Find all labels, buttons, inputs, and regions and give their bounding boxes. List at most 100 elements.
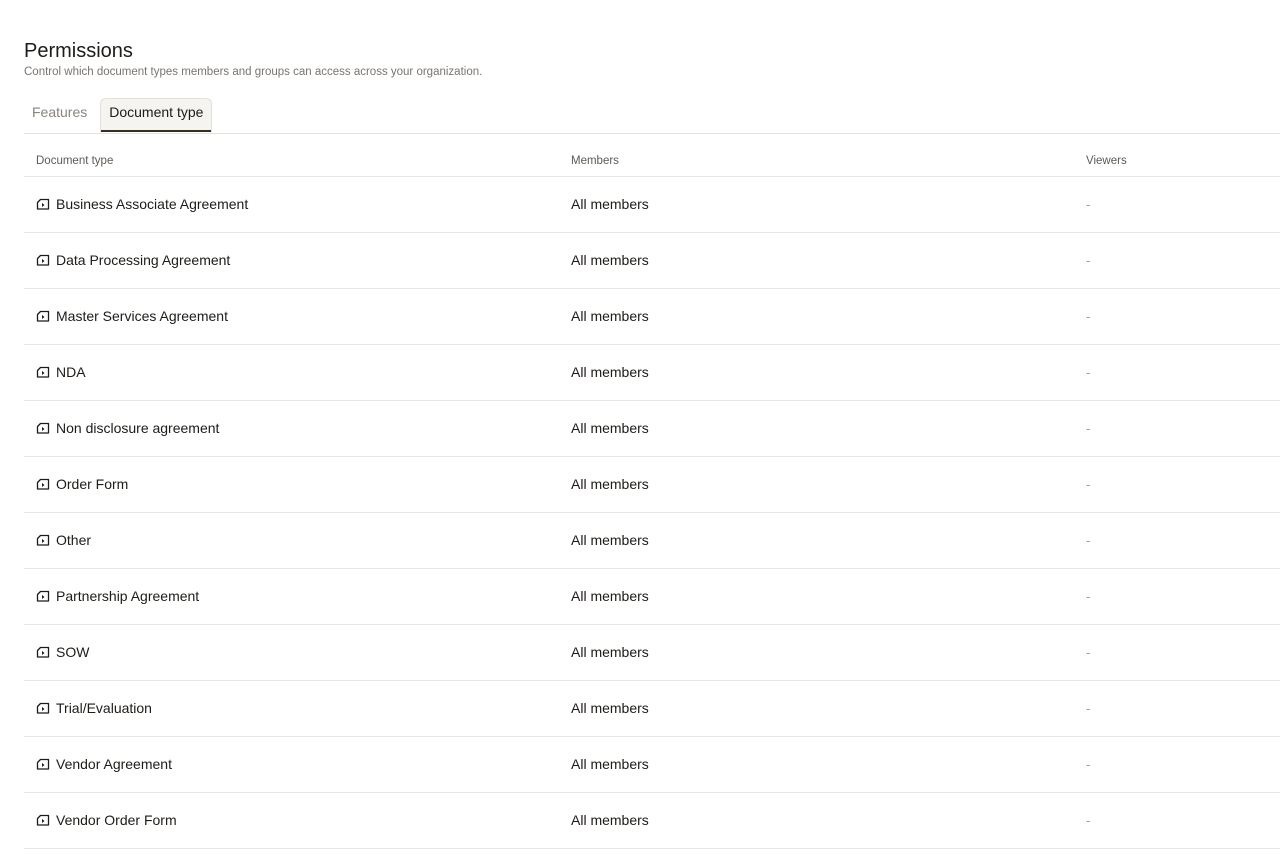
- document-type-name: Data Processing Agreement: [56, 252, 231, 268]
- document-type-cell: Master Services Agreement: [36, 289, 228, 344]
- members-value: All members: [571, 644, 649, 660]
- members-cell: All members: [571, 345, 649, 400]
- members-cell: All members: [571, 681, 649, 736]
- table-row[interactable]: Non disclosure agreement All members -: [24, 401, 1280, 457]
- document-type-icon: [36, 422, 50, 436]
- document-type-name: Trial/Evaluation: [56, 700, 152, 716]
- tab-document-type[interactable]: Document type: [100, 98, 213, 132]
- viewers-value: -: [1086, 365, 1091, 380]
- document-type-icon: [36, 814, 50, 828]
- table-header: Document type Members Viewers: [24, 133, 1280, 177]
- viewers-cell: -: [1086, 737, 1090, 792]
- page-title: Permissions: [24, 40, 133, 62]
- column-header-document-type: Document type: [36, 155, 114, 167]
- members-value: All members: [571, 532, 649, 548]
- table-row[interactable]: Other All members -: [24, 513, 1280, 569]
- document-type-icon: [36, 758, 50, 772]
- tab-bar: Features Document type: [24, 98, 1280, 134]
- table-row[interactable]: Vendor Order Form All members -: [24, 793, 1280, 849]
- document-type-cell: Business Associate Agreement: [36, 177, 248, 232]
- document-type-cell: Order Form: [36, 457, 128, 512]
- document-type-cell: Partnership Agreement: [36, 569, 199, 624]
- members-cell: All members: [571, 177, 649, 232]
- document-type-cell: SOW: [36, 625, 89, 680]
- members-value: All members: [571, 364, 649, 380]
- table-row[interactable]: Master Services Agreement All members -: [24, 289, 1280, 345]
- viewers-cell: -: [1086, 345, 1090, 400]
- viewers-value: -: [1086, 757, 1091, 772]
- viewers-value: -: [1086, 197, 1091, 212]
- viewers-cell: -: [1086, 457, 1090, 512]
- viewers-value: -: [1086, 701, 1091, 716]
- members-cell: All members: [571, 233, 649, 288]
- members-value: All members: [571, 756, 649, 772]
- table-row[interactable]: Partnership Agreement All members -: [24, 569, 1280, 625]
- viewers-value: -: [1086, 533, 1091, 548]
- table-row[interactable]: Business Associate Agreement All members…: [24, 177, 1280, 233]
- table-row[interactable]: NDA All members -: [24, 345, 1280, 401]
- document-type-name: SOW: [56, 644, 90, 660]
- column-header-members: Members: [571, 155, 619, 167]
- table-row[interactable]: Vendor Agreement All members -: [24, 737, 1280, 793]
- document-type-cell: Vendor Agreement: [36, 737, 172, 792]
- document-type-icon: [36, 478, 50, 492]
- document-type-icon: [36, 702, 50, 716]
- document-type-icon: [36, 198, 50, 212]
- viewers-value: -: [1086, 589, 1091, 604]
- members-value: All members: [571, 196, 649, 212]
- document-type-icon: [36, 254, 50, 268]
- viewers-cell: -: [1086, 681, 1090, 736]
- document-type-name: Order Form: [56, 476, 129, 492]
- members-cell: All members: [571, 289, 649, 344]
- members-value: All members: [571, 476, 649, 492]
- viewers-value: -: [1086, 813, 1091, 828]
- tab-features[interactable]: Features: [24, 98, 95, 126]
- table-row[interactable]: SOW All members -: [24, 625, 1280, 681]
- document-type-name: Non disclosure agreement: [56, 420, 220, 436]
- document-type-name: NDA: [56, 364, 86, 380]
- members-cell: All members: [571, 401, 649, 456]
- document-type-cell: Non disclosure agreement: [36, 401, 219, 456]
- members-cell: All members: [571, 625, 649, 680]
- document-type-icon: [36, 590, 50, 604]
- members-cell: All members: [571, 569, 649, 624]
- document-type-name: Partnership Agreement: [56, 588, 200, 604]
- table-row[interactable]: Trial/Evaluation All members -: [24, 681, 1280, 737]
- document-type-icon: [36, 646, 50, 660]
- document-type-cell: Trial/Evaluation: [36, 681, 152, 736]
- viewers-cell: -: [1086, 569, 1090, 624]
- document-type-cell: NDA: [36, 345, 86, 400]
- document-type-icon: [36, 310, 50, 324]
- column-header-viewers: Viewers: [1086, 155, 1127, 167]
- permissions-page: Permissions Control which document types…: [0, 0, 1280, 858]
- members-value: All members: [571, 420, 649, 436]
- viewers-value: -: [1086, 477, 1091, 492]
- members-value: All members: [571, 252, 649, 268]
- members-value: All members: [571, 812, 649, 828]
- document-type-icon: [36, 366, 50, 380]
- viewers-value: -: [1086, 253, 1091, 268]
- members-cell: All members: [571, 513, 649, 568]
- document-type-name: Vendor Order Form: [56, 812, 177, 828]
- document-type-name: Other: [56, 532, 92, 548]
- document-type-cell: Vendor Order Form: [36, 793, 177, 848]
- members-cell: All members: [571, 737, 649, 792]
- document-type-cell: Other: [36, 513, 91, 568]
- document-type-name: Master Services Agreement: [56, 308, 228, 324]
- document-type-name: Vendor Agreement: [56, 756, 172, 772]
- viewers-value: -: [1086, 309, 1091, 324]
- viewers-cell: -: [1086, 625, 1090, 680]
- viewers-cell: -: [1086, 233, 1090, 288]
- viewers-cell: -: [1086, 401, 1090, 456]
- members-value: All members: [571, 308, 649, 324]
- table-body: Business Associate Agreement All members…: [24, 177, 1280, 849]
- viewers-cell: -: [1086, 513, 1090, 568]
- document-type-name: Business Associate Agreement: [56, 196, 249, 212]
- members-value: All members: [571, 700, 649, 716]
- members-cell: All members: [571, 793, 649, 848]
- document-type-table: Document type Members Viewers Business A…: [24, 133, 1280, 849]
- table-row[interactable]: Data Processing Agreement All members -: [24, 233, 1280, 289]
- table-row[interactable]: Order Form All members -: [24, 457, 1280, 513]
- viewers-value: -: [1086, 421, 1091, 436]
- members-value: All members: [571, 588, 649, 604]
